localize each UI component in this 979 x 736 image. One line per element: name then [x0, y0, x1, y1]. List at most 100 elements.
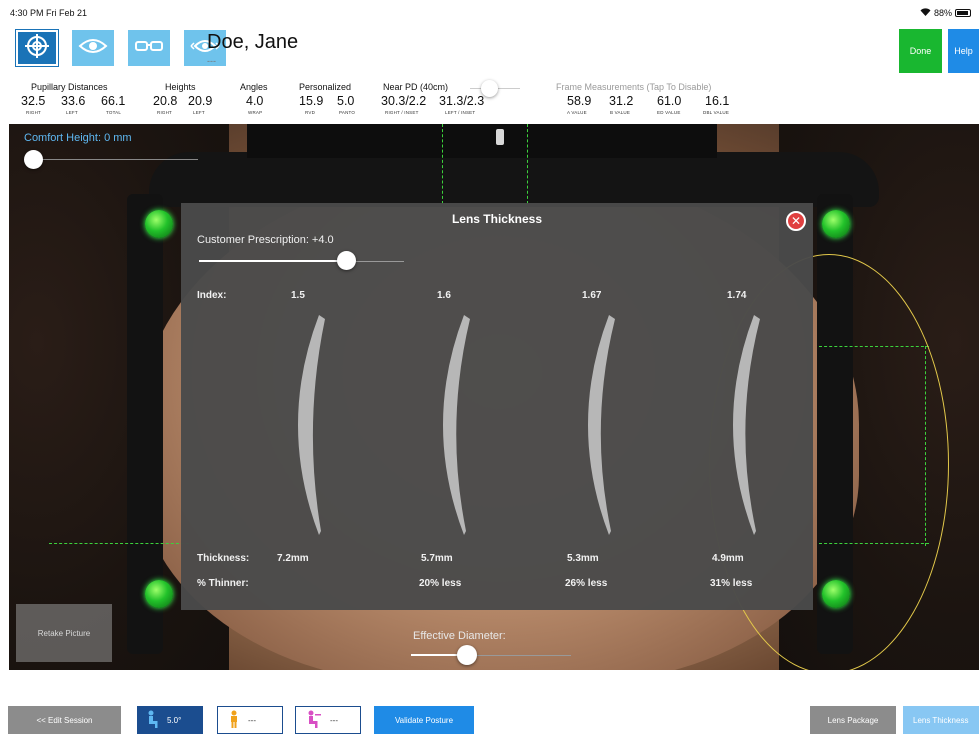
lens-profile-1	[443, 315, 470, 535]
patient-sub: ---	[207, 56, 216, 66]
lens-index-0: 1.5	[291, 290, 305, 301]
lens-thinner-1: 20% less	[419, 578, 462, 589]
lens-index-3: 1.74	[727, 290, 747, 301]
lens-profile-2	[588, 315, 615, 535]
indicator-bottom-left	[145, 580, 173, 608]
posture-standing-button[interactable]: ---	[217, 706, 283, 734]
lens-profile-3	[733, 315, 760, 535]
wifi-icon	[920, 8, 931, 18]
lens-thickness-1: 5.7mm	[421, 553, 453, 564]
measurement-frame-bar	[149, 152, 879, 207]
height-left-sub: LEFT	[193, 110, 205, 115]
wrap-sub: WRAP	[248, 110, 263, 115]
done-button[interactable]: Done	[899, 29, 942, 73]
rvd-value: 15.9	[299, 94, 324, 108]
lens-thickness-button[interactable]: Lens Thickness	[903, 706, 979, 734]
patient-name: Doe, Jane	[207, 31, 299, 53]
lens-thickness-modal: Lens Thickness ✕ Customer Prescription: …	[181, 203, 813, 610]
index-label: Index:	[197, 290, 227, 301]
glasses-icon	[134, 38, 164, 59]
a-value: 58.9	[567, 94, 592, 108]
prescription-slider[interactable]	[337, 251, 356, 270]
guide-line-vertical-left	[442, 124, 443, 204]
panto-value: 5.0	[337, 94, 355, 108]
edit-session-button[interactable]: << Edit Session	[8, 706, 121, 734]
wrap-value: 4.0	[246, 94, 264, 108]
ed-value: 61.0	[657, 94, 682, 108]
thickness-label: Thickness:	[197, 553, 250, 564]
near-pd-title: Near PD (40cm)	[383, 82, 449, 92]
rvd-sub: RVD	[305, 110, 316, 115]
status-bar: 4:30 PM Fri Feb 21 88%	[0, 0, 979, 22]
tab-target[interactable]	[15, 29, 59, 67]
comfort-height-label: Comfort Height: 0 mm	[24, 132, 132, 144]
target-icon	[24, 33, 50, 64]
ed-sub: ED VALUE	[657, 110, 681, 115]
measurement-frame-top	[247, 124, 717, 158]
lens-index-2: 1.67	[582, 290, 602, 301]
frame-clip	[496, 129, 504, 145]
pd-total-sub: TOTAL	[106, 110, 122, 115]
comfort-height-track	[33, 159, 198, 160]
lens-thickness-0: 7.2mm	[277, 553, 309, 564]
lens-thickness-3: 4.9mm	[712, 553, 744, 564]
battery-percent: 88%	[933, 8, 952, 18]
guide-line-left	[49, 543, 189, 544]
pd-right-sub: RIGHT	[26, 110, 41, 115]
tab-glasses[interactable]	[128, 30, 170, 66]
effective-diameter-label: Effective Diameter:	[413, 630, 506, 642]
pd-total-value: 66.1	[101, 94, 126, 108]
comfort-height-slider[interactable]	[24, 150, 43, 169]
lens-package-button[interactable]: Lens Package	[810, 706, 896, 734]
posture-seated-button[interactable]: 5.0°	[137, 706, 203, 734]
b-value: 31.2	[609, 94, 634, 108]
guide-line-vertical-right	[527, 124, 528, 204]
near-right-sub: RIGHT / INSET	[385, 110, 419, 115]
indicator-top-right	[822, 210, 850, 238]
status-time: 4:30 PM Fri Feb 21	[10, 8, 88, 18]
personalized-title: Personalized	[299, 82, 352, 92]
pd-left-sub: LEFT	[66, 110, 78, 115]
lens-thinner-3: 31% less	[710, 578, 753, 589]
pd-right-value: 32.5	[21, 94, 46, 108]
panto-sub: PANTO	[339, 110, 356, 115]
lens-thinner-2: 26% less	[565, 578, 608, 589]
thinner-label: % Thinner:	[197, 578, 249, 589]
prescription-fill	[199, 260, 347, 262]
frame-title[interactable]: Frame Measurements (Tap To Disable)	[556, 82, 711, 92]
status-right: 88%	[920, 8, 971, 18]
lens-profiles	[298, 315, 760, 535]
standing-person-icon	[228, 710, 240, 730]
a-sub: A VALUE	[567, 110, 587, 115]
validate-posture-button[interactable]: Validate Posture	[374, 706, 474, 734]
dbl-sub: DBL VALUE	[703, 110, 730, 115]
mode-tabs	[15, 29, 226, 67]
height-right-value: 20.8	[153, 94, 178, 108]
reading-person-icon	[306, 710, 322, 730]
help-button[interactable]: Help	[948, 29, 979, 73]
b-sub: B VALUE	[610, 110, 631, 115]
posture-reading-value: ---	[330, 715, 338, 725]
lens-index-1: 1.6	[437, 290, 451, 301]
retake-picture-button[interactable]: Retake Picture	[16, 604, 112, 662]
pd-title: Pupillary Distances	[31, 82, 108, 92]
app-root: 4:30 PM Fri Feb 21 88% Doe, Jane --- Don…	[0, 0, 979, 736]
eye-icon	[78, 36, 108, 61]
dbl-value: 16.1	[705, 94, 730, 108]
height-left-value: 20.9	[188, 94, 213, 108]
posture-reading-button[interactable]: ---	[295, 706, 361, 734]
close-icon[interactable]: ✕	[786, 211, 806, 231]
tab-eye[interactable]	[72, 30, 114, 66]
pd-left-value: 33.6	[61, 94, 86, 108]
angles-title: Angles	[240, 82, 268, 92]
battery-icon	[955, 9, 971, 17]
near-pd-slider-knob[interactable]	[481, 80, 498, 97]
heights-title: Heights	[165, 82, 196, 92]
indicator-top-left	[145, 210, 173, 238]
near-right-value: 30.3/2.2	[381, 94, 427, 108]
effective-diameter-slider[interactable]	[457, 645, 477, 665]
near-left-sub: LEFT / INSET	[445, 110, 476, 115]
modal-title: Lens Thickness	[451, 212, 543, 226]
prescription-label: Customer Prescription: +4.0	[197, 234, 334, 246]
lens-thickness-2: 5.3mm	[567, 553, 599, 564]
